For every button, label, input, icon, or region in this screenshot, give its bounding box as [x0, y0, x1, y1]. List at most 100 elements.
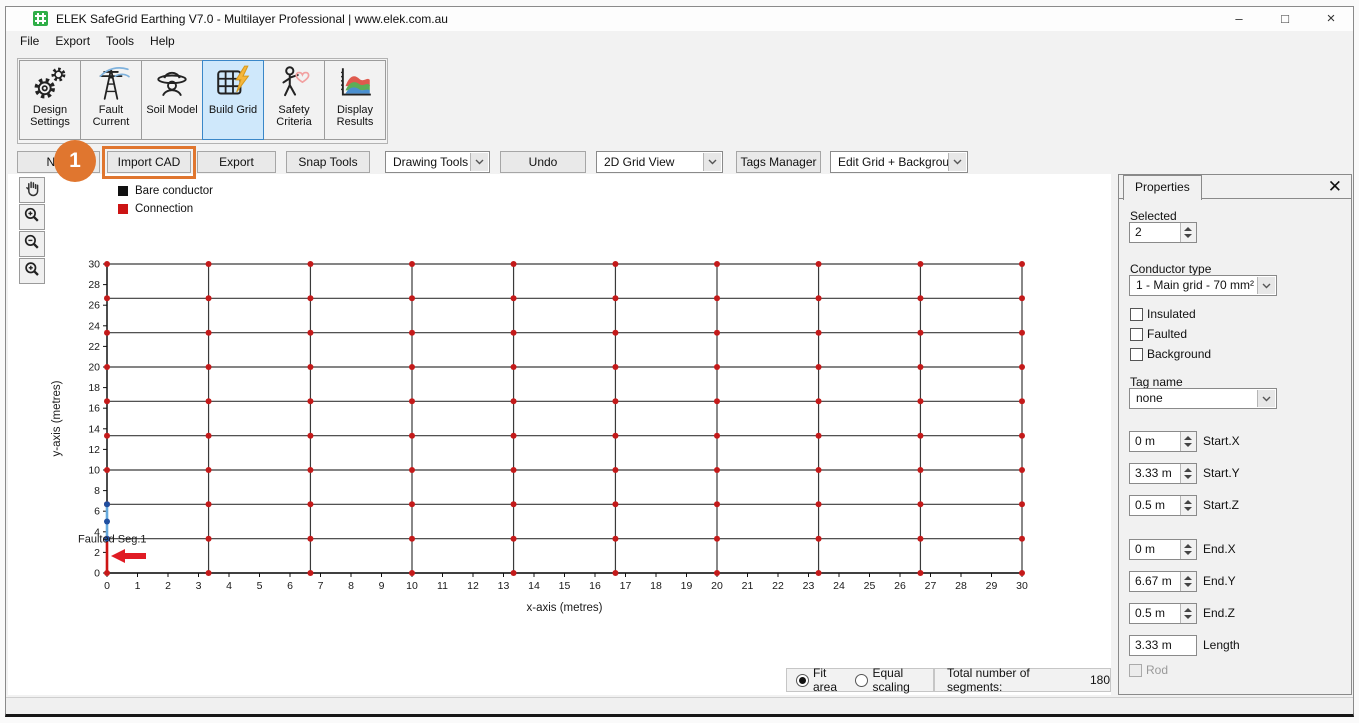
start-z-value: 0.5 m [1135, 498, 1165, 512]
conductor-type-value: 1 - Main grid - 70 mm² [1136, 278, 1254, 292]
spinner-buttons[interactable] [1180, 572, 1196, 591]
ribbon-label: Fault Current [81, 104, 141, 128]
person-heart-icon [275, 64, 313, 102]
end-z-label: End.Z [1203, 603, 1235, 624]
drawing-tools-dropdown[interactable]: Drawing Tools [385, 151, 490, 173]
safety-criteria-button[interactable]: Safety Criteria [263, 60, 325, 140]
minimize-button[interactable]: – [1217, 7, 1261, 31]
ribbon-label: Build Grid [209, 104, 257, 116]
svg-text:30: 30 [88, 259, 100, 271]
ribbon-label: Display Results [325, 104, 385, 128]
maximize-button[interactable]: □ [1263, 7, 1307, 31]
zoom-window-button[interactable] [19, 258, 45, 284]
edit-mode-dropdown[interactable]: Edit Grid + Background [830, 151, 968, 173]
menu-export[interactable]: Export [47, 31, 98, 52]
spinner-buttons[interactable] [1180, 540, 1196, 559]
build-grid-button[interactable]: Build Grid [202, 60, 264, 140]
menu-help[interactable]: Help [142, 31, 183, 52]
display-results-button[interactable]: Display Results [324, 60, 386, 140]
legend: Bare conductor Connection [118, 182, 213, 218]
undo-button[interactable]: Undo [500, 151, 586, 173]
fit-area-radio[interactable] [796, 674, 809, 687]
import-cad-highlight [102, 146, 196, 179]
svg-text:20: 20 [711, 580, 723, 592]
spinner-buttons[interactable] [1180, 496, 1196, 515]
menu-tools[interactable]: Tools [98, 31, 142, 52]
grid-plot[interactable]: 0123456789101112131415161718192021222324… [8, 174, 1111, 694]
panel-close-icon[interactable]: ✕ [1328, 176, 1342, 198]
snap-tools-button[interactable]: Snap Tools [286, 151, 370, 173]
svg-text:18: 18 [88, 382, 100, 394]
svg-text:6: 6 [94, 506, 100, 518]
pan-tool-button[interactable] [19, 177, 45, 203]
insulated-checkbox-row: Insulated [1130, 306, 1196, 322]
end-x-stepper[interactable]: 0 m [1129, 539, 1197, 560]
length-field[interactable]: 3.33 m [1129, 635, 1197, 656]
equal-scaling-radio[interactable] [855, 674, 868, 687]
end-y-stepper[interactable]: 6.67 m [1129, 571, 1197, 592]
svg-text:11: 11 [437, 580, 448, 592]
design-settings-button[interactable]: Design Settings [19, 60, 81, 140]
svg-text:3: 3 [196, 580, 202, 592]
chevron-down-icon [1257, 277, 1275, 294]
start-z-label: Start.Z [1203, 495, 1239, 516]
step-1-badge: 1 [54, 140, 96, 182]
legend-label: Bare conductor [135, 185, 213, 197]
window-title: ELEK SafeGrid Earthing V7.0 - Multilayer… [56, 7, 448, 31]
tab-properties[interactable]: Properties [1123, 175, 1202, 200]
tags-manager-button[interactable]: Tags Manager [736, 151, 821, 173]
scaling-radio-group: Fit area Equal scaling [786, 668, 934, 692]
faulted-checkbox[interactable] [1130, 328, 1143, 341]
fault-current-button[interactable]: Fault Current [80, 60, 142, 140]
end-y-value: 6.67 m [1135, 574, 1172, 588]
svg-text:22: 22 [772, 580, 784, 592]
selected-stepper[interactable]: 2 [1129, 222, 1197, 243]
conductor-type-dropdown[interactable]: 1 - Main grid - 70 mm² [1129, 275, 1277, 296]
soil-model-button[interactable]: Soil Model [141, 60, 203, 140]
app-window: ELEK SafeGrid Earthing V7.0 - Multilayer… [5, 6, 1354, 717]
close-button[interactable]: × [1309, 7, 1353, 31]
edit-mode-value: Edit Grid + Background [838, 155, 962, 169]
background-checkbox-row: Background [1130, 346, 1211, 362]
grid-view-dropdown[interactable]: 2D Grid View [596, 151, 723, 173]
insulated-checkbox[interactable] [1130, 308, 1143, 321]
svg-text:9: 9 [379, 580, 385, 592]
spinner-buttons[interactable] [1180, 464, 1196, 483]
chevron-down-icon [470, 153, 488, 171]
segments-value: 180 [1090, 673, 1110, 687]
fit-area-label: Fit area [813, 666, 847, 694]
insulated-label: Insulated [1147, 307, 1196, 321]
segments-label: Total number of segments: [947, 666, 1082, 694]
svg-text:8: 8 [348, 580, 354, 592]
svg-text:25: 25 [864, 580, 876, 592]
start-y-stepper[interactable]: 3.33 m [1129, 463, 1197, 484]
export-button[interactable]: Export [197, 151, 276, 173]
menu-file[interactable]: File [12, 31, 47, 52]
length-value: 3.33 m [1135, 638, 1172, 652]
end-x-value: 0 m [1135, 542, 1155, 556]
zoom-in-icon [23, 206, 41, 229]
spinner-buttons[interactable] [1180, 432, 1196, 451]
background-checkbox[interactable] [1130, 348, 1143, 361]
zoom-in-button[interactable] [19, 204, 45, 230]
spinner-buttons[interactable] [1180, 223, 1196, 242]
svg-text:28: 28 [88, 279, 100, 291]
zoom-out-button[interactable] [19, 231, 45, 257]
svg-text:10: 10 [406, 580, 418, 592]
legend-item-connection: Connection [118, 200, 213, 218]
zoom-window-icon [23, 260, 41, 283]
start-z-stepper[interactable]: 0.5 m [1129, 495, 1197, 516]
end-y-label: End.Y [1203, 571, 1236, 592]
spinner-buttons[interactable] [1180, 604, 1196, 623]
svg-text:y-axis (metres): y-axis (metres) [51, 380, 63, 456]
tag-name-dropdown[interactable]: none [1129, 388, 1277, 409]
end-z-stepper[interactable]: 0.5 m [1129, 603, 1197, 624]
start-x-stepper[interactable]: 0 m [1129, 431, 1197, 452]
drawing-canvas[interactable]: Bare conductor Connection 01234567891011… [8, 174, 1111, 695]
svg-text:2: 2 [165, 580, 171, 592]
ribbon-label: Safety Criteria [264, 104, 324, 128]
svg-text:30: 30 [1016, 580, 1028, 592]
ribbon-toolbar: Design Settings Fault Current [17, 58, 388, 144]
svg-text:2: 2 [94, 547, 100, 559]
legend-label: Connection [135, 203, 193, 215]
